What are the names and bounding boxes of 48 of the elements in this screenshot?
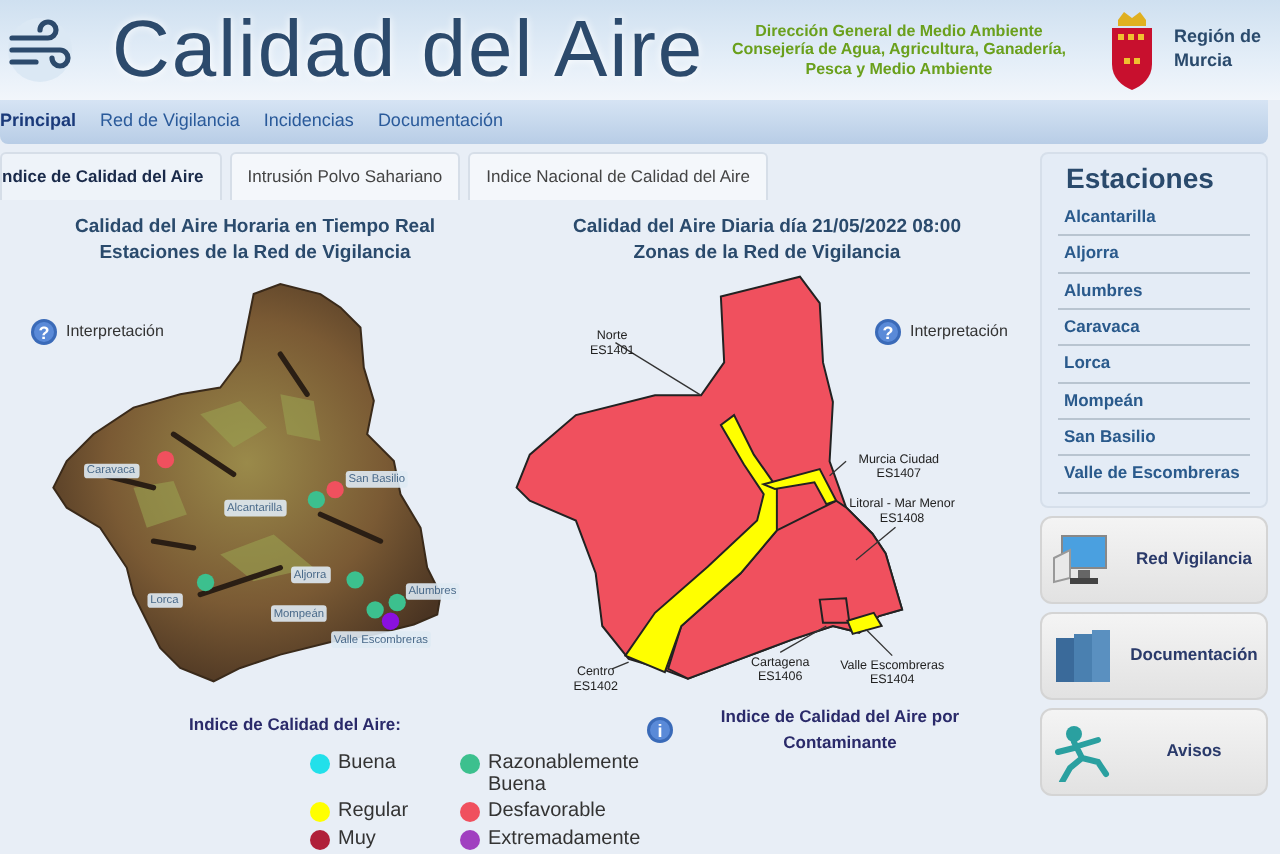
info-icon: i bbox=[646, 716, 674, 745]
panel-subtitle: Zonas de la Red de Vigilancia bbox=[631, 241, 903, 267]
tab[interactable]: Indice Nacional de Calidad del Aire bbox=[468, 152, 768, 200]
tab[interactable]: Intrusión Polvo Sahariano bbox=[229, 152, 461, 200]
station-link[interactable]: Lorca bbox=[1058, 346, 1250, 384]
leader-line bbox=[855, 527, 897, 562]
legend-label: Razonablemente Buena bbox=[488, 754, 640, 797]
help-link[interactable]: ? Interpretación bbox=[874, 318, 1008, 347]
nav-link[interactable]: Principal bbox=[0, 108, 89, 136]
tab[interactable]: ndice de Calidad del Aire bbox=[0, 152, 222, 200]
legend-label: Desfavorable bbox=[488, 802, 606, 824]
help-link[interactable]: ? Interpretación bbox=[30, 318, 164, 347]
legend-label: Muy bbox=[338, 829, 376, 851]
sidebar-link-card[interactable]: Avisos bbox=[1040, 707, 1268, 796]
help-icon: ? bbox=[874, 318, 902, 347]
help-icon: ? bbox=[30, 318, 58, 347]
legend-title: Indice de Calidad del Aire: bbox=[187, 712, 403, 739]
leader-line bbox=[828, 461, 847, 478]
pollutant-link[interactable]: Indice de Calidad del Aire por Contaminante bbox=[690, 704, 990, 756]
leader-line bbox=[611, 662, 630, 671]
nav-link[interactable]: Red de Vigilancia bbox=[88, 108, 252, 136]
station-link[interactable]: Valle de Escombreras bbox=[1058, 456, 1250, 494]
nav-link[interactable]: Documentación bbox=[365, 108, 515, 136]
legend-label: Extremadamente bbox=[488, 829, 641, 851]
ministry-name: Consejería de Agua, Agricultura, Ganadería, Pesca y Medio Ambiente bbox=[729, 40, 1068, 79]
nav-link[interactable]: Incidencias bbox=[251, 108, 366, 136]
panel-title: Calidad del Aire Diaria día 21/05/2022 08:00 bbox=[571, 215, 963, 242]
station-link[interactable]: Caravaca bbox=[1058, 310, 1250, 347]
station-link[interactable]: Alcantarilla bbox=[1058, 200, 1250, 237]
leader-line bbox=[779, 626, 827, 654]
panel-title: Calidad del Aire Horaria en Tiempo Real bbox=[72, 215, 438, 242]
station-link[interactable]: Alumbres bbox=[1058, 273, 1250, 311]
sidebar-link-card[interactable]: Documentación bbox=[1040, 611, 1268, 700]
running-figure-icon bbox=[1050, 721, 1114, 782]
site-title: Calidad del Aire bbox=[112, 10, 705, 90]
binders-icon bbox=[1050, 625, 1114, 686]
legend-label: Regular bbox=[338, 802, 409, 824]
agency-name: Dirección General de Medio Ambiente bbox=[753, 21, 1045, 41]
coat-of-arms-icon bbox=[1106, 8, 1158, 92]
panel-subtitle: Estaciones de la Red de Vigilancia bbox=[97, 241, 413, 267]
station-link[interactable]: Mompeán bbox=[1058, 383, 1250, 421]
sidebar-link-card[interactable]: Red Vigilancia bbox=[1040, 515, 1268, 604]
station-link[interactable]: San Basilio bbox=[1058, 420, 1250, 457]
station-link[interactable]: Aljorra bbox=[1058, 236, 1250, 274]
region-name: Región de Murcia bbox=[1174, 26, 1264, 74]
leader-line bbox=[865, 629, 893, 658]
legend-label: Buena bbox=[338, 754, 396, 776]
panel-heading: Estaciones bbox=[1064, 160, 1216, 198]
